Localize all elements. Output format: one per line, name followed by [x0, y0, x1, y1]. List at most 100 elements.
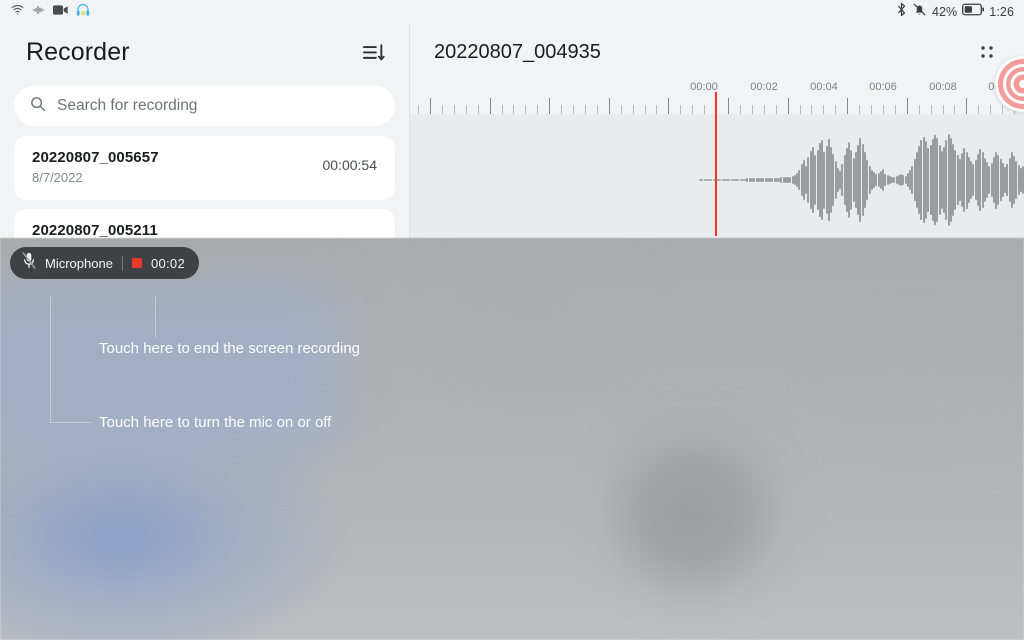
waveform-bar	[936, 138, 939, 222]
timeline-ticks	[410, 96, 1024, 114]
waveform-bar	[753, 178, 756, 182]
timeline-major-tick	[489, 98, 491, 114]
timeline-minor-tick	[441, 105, 443, 114]
timeline-minor-tick	[894, 105, 896, 114]
blurred-background-blob	[830, 348, 1000, 448]
timeline-major-tick	[668, 98, 670, 114]
headphones-lock-icon	[76, 2, 90, 22]
blurred-background-blob	[620, 438, 770, 588]
page-title: Recorder	[26, 37, 130, 66]
sort-icon[interactable]	[361, 39, 387, 65]
timeline-major-tick	[728, 98, 729, 114]
battery-icon	[962, 3, 985, 21]
bell-muted-icon	[912, 2, 927, 22]
screen-recording-control-pill[interactable]: Microphone 00:02	[10, 247, 199, 279]
record-button-icon[interactable]	[995, 56, 1024, 112]
timeline-major-tick	[608, 98, 610, 114]
playhead-marker[interactable]	[715, 92, 717, 236]
video-camera-icon	[53, 3, 69, 21]
blurred-background-blob	[460, 248, 620, 358]
timeline-minor-tick	[954, 105, 956, 114]
end-recording-hint: Touch here to end the screen recording	[99, 340, 360, 357]
timeline-minor-tick	[501, 105, 503, 114]
waveform-bar	[710, 178, 713, 182]
timeline-minor-tick	[811, 105, 813, 114]
callout-connector-line	[50, 296, 51, 423]
timeline-minor-tick	[477, 105, 479, 114]
timeline-label: 00:02	[750, 81, 778, 93]
screen-recording-tutorial-overlay[interactable]	[0, 238, 1024, 640]
timeline-minor-tick	[573, 105, 575, 114]
timeline-minor-tick	[644, 105, 646, 114]
timeline-minor-tick	[942, 105, 944, 114]
timeline-minor-tick	[882, 105, 884, 114]
timeline-minor-tick	[799, 105, 801, 114]
timeline-minor-tick	[453, 105, 455, 114]
callout-connector-line	[155, 296, 156, 338]
timeline-major-tick	[430, 98, 431, 114]
detail-header: 20220807_004935	[410, 24, 1024, 80]
waveform-bar	[762, 178, 765, 182]
list-item[interactable]: 20220807_005657 8/7/2022 00:00:54	[14, 136, 395, 200]
waveform-bars	[410, 114, 1024, 236]
timeline-minor-tick	[930, 105, 932, 114]
recorder-header: Recorder	[0, 24, 409, 80]
waveform-bar	[866, 160, 869, 200]
timeline-minor-tick	[465, 105, 467, 114]
timeline-minor-tick	[692, 105, 694, 114]
timeline-minor-tick	[763, 105, 765, 114]
microphone-muted-icon[interactable]	[22, 252, 36, 274]
timeline-minor-tick	[871, 105, 873, 114]
search-icon	[30, 96, 46, 117]
timeline-label: 00:04	[810, 81, 838, 93]
timeline-minor-tick	[513, 105, 515, 114]
timeline-ruler[interactable]: 00:0000:0200:0400:0600:0800:10	[410, 80, 1024, 114]
wifi-icon	[10, 3, 25, 21]
waveform[interactable]	[410, 92, 1024, 236]
stop-square-icon[interactable]	[131, 258, 142, 268]
timeline-minor-tick	[739, 105, 741, 114]
timeline-minor-tick	[775, 105, 777, 114]
detail-title: 20220807_004935	[434, 40, 601, 63]
timeline-minor-tick	[823, 105, 825, 114]
pill-divider	[121, 255, 123, 271]
timeline-minor-tick	[525, 105, 527, 114]
timeline-minor-tick	[537, 105, 539, 114]
timeline-major-tick	[787, 98, 789, 114]
search-input[interactable]: Search for recording	[14, 86, 395, 126]
timeline-minor-tick	[656, 105, 658, 114]
clock-label: 1:26	[989, 5, 1014, 19]
timeline-minor-tick	[859, 105, 861, 114]
list-item-info: 20220807_005211	[32, 222, 158, 239]
timeline-minor-tick	[584, 105, 586, 114]
recording-name: 20220807_005657	[32, 149, 159, 166]
timeline-minor-tick	[561, 105, 563, 114]
timeline-major-tick	[966, 98, 968, 114]
timeline-major-tick	[906, 98, 908, 114]
timeline-label: 00:00	[690, 81, 718, 93]
recording-name: 20220807_005211	[32, 222, 158, 239]
timeline-minor-tick	[596, 105, 598, 114]
search-placeholder: Search for recording	[57, 97, 198, 114]
audio-waveform-icon	[32, 3, 46, 21]
timeline-minor-tick	[632, 105, 634, 114]
waveform-bar	[988, 165, 991, 195]
callout-connector-line	[50, 422, 92, 423]
waveform-bar	[701, 178, 704, 182]
bluetooth-icon	[896, 2, 907, 22]
mic-toggle-hint: Touch here to turn the mic on or off	[99, 414, 332, 431]
microphone-label: Microphone	[45, 255, 113, 271]
waveform-bar	[927, 147, 930, 213]
timeline-major-tick	[847, 98, 849, 114]
recording-duration: 00:00:54	[322, 157, 378, 173]
timeline-minor-tick	[978, 105, 980, 114]
recording-date: 8/7/2022	[32, 170, 83, 185]
blurred-background-blob	[0, 288, 340, 458]
waveform-bar	[979, 148, 982, 212]
timeline-minor-tick	[620, 105, 622, 114]
timeline-minor-tick	[751, 105, 753, 114]
timeline-major-tick	[549, 98, 551, 114]
timeline-minor-tick	[918, 105, 920, 114]
timeline-minor-tick	[418, 105, 420, 114]
list-item-info: 20220807_005657 8/7/2022	[32, 149, 159, 185]
